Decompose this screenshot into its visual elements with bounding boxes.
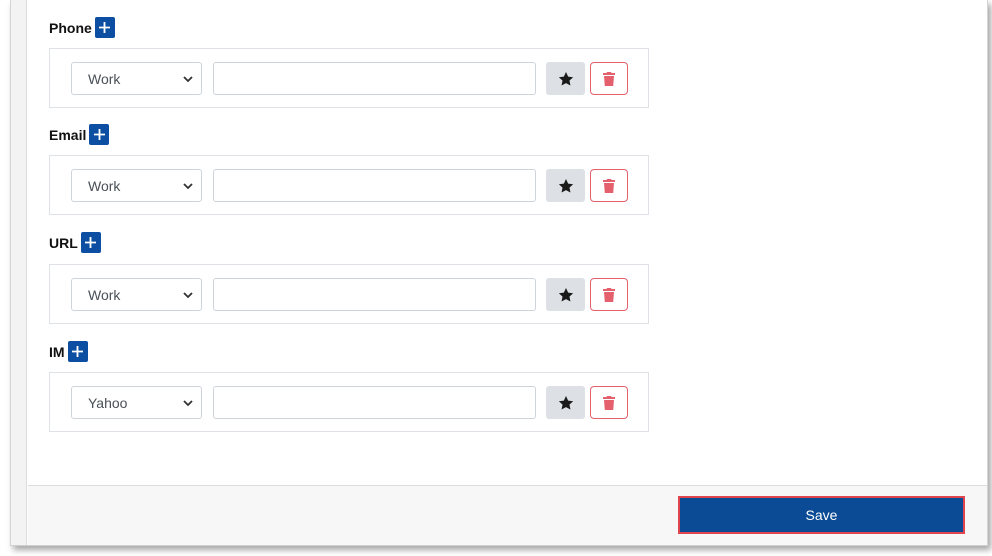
plus-icon [72, 346, 84, 357]
form-panel: Phone Work Email Work URL Work IM Yahoo … [10, 0, 988, 546]
star-icon [558, 287, 573, 302]
im-delete-button[interactable] [590, 386, 628, 419]
save-button[interactable]: Save [678, 496, 965, 534]
im-section-label: IM [49, 341, 88, 362]
phone-label: Phone [49, 19, 92, 36]
url-type-select[interactable]: Work [71, 278, 202, 311]
phone-delete-button[interactable] [590, 62, 628, 95]
chevron-down-icon [183, 291, 193, 298]
panel-left-gutter [11, 0, 27, 545]
im-row: Yahoo [49, 372, 649, 432]
trash-icon [603, 178, 615, 193]
im-primary-button[interactable] [546, 386, 585, 419]
email-type-value: Work [88, 177, 121, 194]
im-input[interactable] [213, 386, 536, 419]
chevron-down-icon [183, 182, 193, 189]
url-delete-button[interactable] [590, 278, 628, 311]
email-input[interactable] [213, 169, 536, 202]
chevron-down-icon [183, 75, 193, 82]
email-delete-button[interactable] [590, 169, 628, 202]
star-icon [558, 178, 573, 193]
plus-icon [93, 129, 105, 140]
trash-icon [603, 71, 615, 86]
email-row: Work [49, 155, 649, 215]
add-im-button[interactable] [67, 341, 88, 362]
url-section-label: URL [49, 232, 101, 253]
im-type-value: Yahoo [88, 394, 128, 411]
phone-type-value: Work [88, 70, 121, 87]
url-label: URL [49, 234, 78, 251]
star-icon [558, 395, 573, 410]
trash-icon [603, 287, 615, 302]
add-phone-button[interactable] [94, 17, 115, 38]
im-type-select[interactable]: Yahoo [71, 386, 202, 419]
url-row: Work [49, 264, 649, 324]
phone-primary-button[interactable] [546, 62, 585, 95]
url-input[interactable] [213, 278, 536, 311]
phone-input[interactable] [213, 62, 536, 95]
phone-type-select[interactable]: Work [71, 62, 202, 95]
im-label: IM [49, 343, 65, 360]
email-primary-button[interactable] [546, 169, 585, 202]
chevron-down-icon [183, 399, 193, 406]
star-icon [558, 71, 573, 86]
url-primary-button[interactable] [546, 278, 585, 311]
email-section-label: Email [49, 124, 110, 145]
email-label: Email [49, 126, 87, 143]
trash-icon [603, 395, 615, 410]
form-footer: Save [28, 485, 987, 545]
email-type-select[interactable]: Work [71, 169, 202, 202]
plus-icon [99, 22, 111, 33]
add-url-button[interactable] [80, 232, 101, 253]
phone-section-label: Phone [49, 17, 115, 38]
phone-row: Work [49, 48, 649, 108]
url-type-value: Work [88, 286, 121, 303]
add-email-button[interactable] [89, 124, 110, 145]
plus-icon [85, 237, 97, 248]
